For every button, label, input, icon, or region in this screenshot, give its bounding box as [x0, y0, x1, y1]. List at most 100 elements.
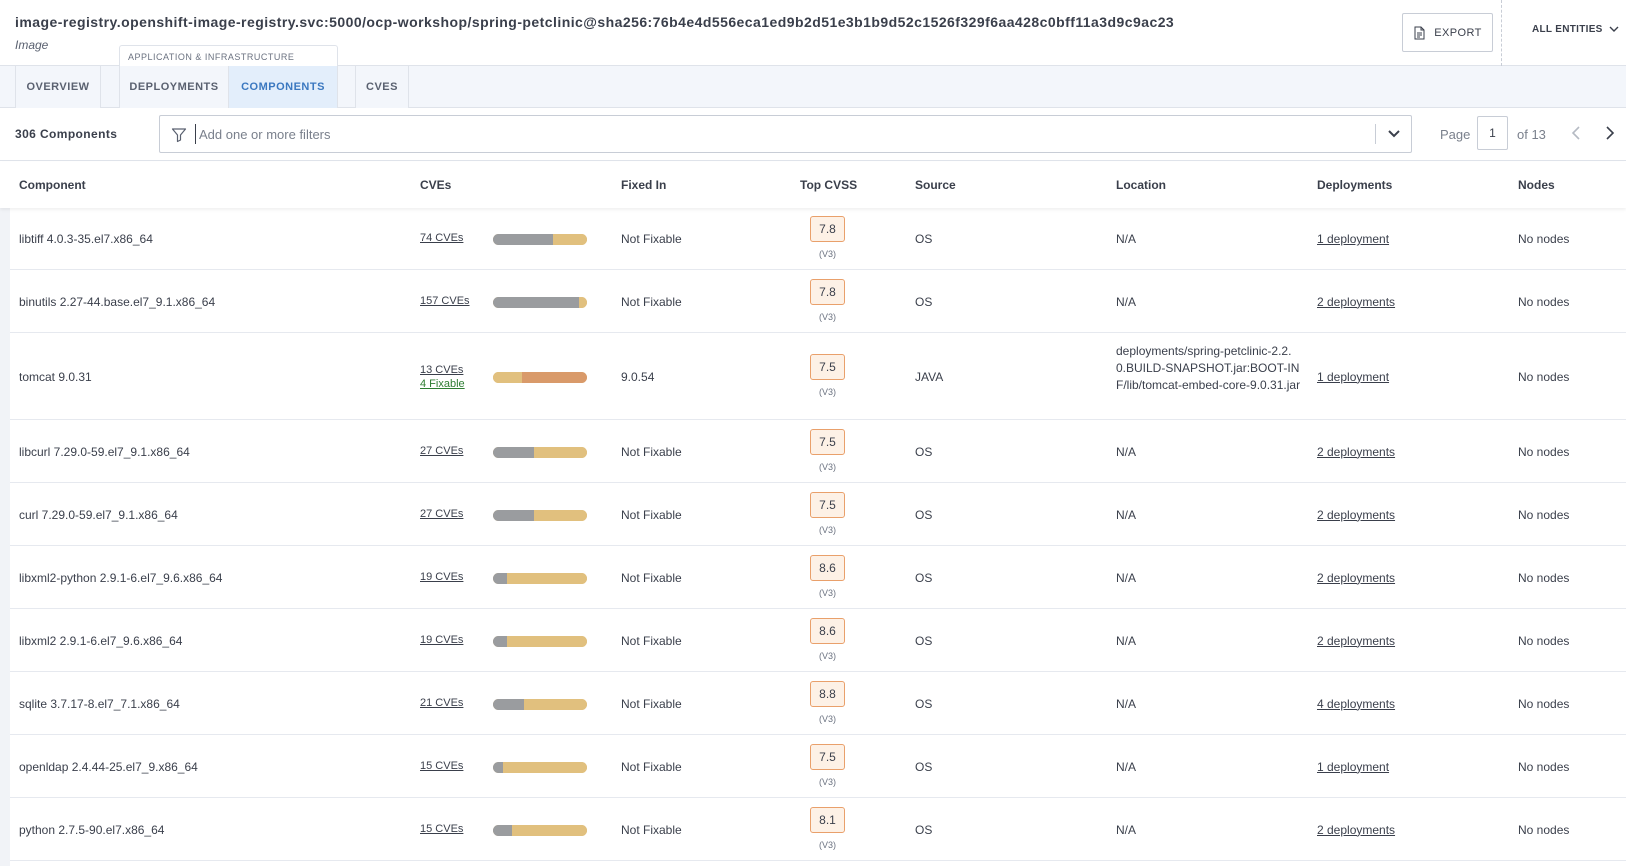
severity-bar	[493, 572, 587, 584]
cvss-version-label: (V3)	[818, 311, 836, 322]
image-name-title: image-registry.openshift-image-registry.…	[15, 14, 1175, 30]
severity-bar-segment	[534, 446, 587, 458]
deployments-link[interactable]: 1 deployment	[1317, 370, 1389, 384]
deployments-link[interactable]: 2 deployments	[1317, 508, 1395, 522]
cvss-version-label: (V3)	[818, 713, 836, 724]
component-name: openldap 2.4.44-25.el7_9.x86_64	[19, 759, 198, 774]
fixable-cves-link[interactable]: 4 Fixable	[420, 378, 465, 390]
severity-bar	[493, 234, 587, 245]
location-value: N/A	[1116, 507, 1137, 522]
source-value: OS	[915, 444, 933, 459]
location-value: N/A	[1116, 232, 1137, 246]
severity-bar-segment	[553, 234, 587, 245]
cvss-version-label: (V3)	[818, 249, 836, 259]
all-entities-dropdown[interactable]: All Entities	[1532, 24, 1619, 35]
component-name: sqlite 3.7.17-8.el7_7.1.x86_64	[19, 696, 180, 711]
chevron-down-icon[interactable]	[1387, 129, 1401, 139]
tab-cves[interactable]: CVEs	[355, 66, 409, 108]
deployments-link[interactable]: 1 deployment	[1317, 232, 1389, 246]
deployments-link[interactable]: 4 deployments	[1317, 697, 1395, 711]
fixed-in-value: Not Fixable	[621, 232, 682, 246]
severity-bar-segment	[522, 371, 587, 383]
table-toolbar: 306 Components Page of 13	[0, 108, 1626, 161]
location-value: N/A	[1116, 570, 1137, 585]
chevron-left-icon[interactable]	[1570, 125, 1582, 141]
nodes-value: No nodes	[1518, 232, 1570, 246]
cves-link[interactable]: 19 CVEs	[420, 634, 463, 646]
source-value: OS	[915, 759, 933, 774]
severity-bar	[493, 635, 587, 647]
column-header-source[interactable]: Source	[915, 178, 956, 192]
location-value: N/A	[1116, 759, 1137, 774]
chevron-right-icon[interactable]	[1604, 125, 1616, 141]
severity-bar	[493, 446, 587, 458]
filter-bar[interactable]	[159, 115, 1412, 153]
severity-bar-segment	[578, 296, 587, 308]
severity-bar-segment	[493, 371, 523, 383]
deployments-link[interactable]: 2 deployments	[1317, 571, 1395, 585]
severity-bar-segment	[493, 824, 512, 836]
deployments-link[interactable]: 1 deployment	[1317, 760, 1389, 774]
components-count: 306 Components	[15, 127, 118, 141]
deployments-link[interactable]: 2 deployments	[1317, 634, 1395, 648]
cves-link[interactable]: 27 CVEs	[420, 508, 463, 520]
location-value: N/A	[1116, 696, 1137, 711]
cvss-score-badge: 8.8	[810, 680, 845, 707]
source-value: OS	[915, 570, 933, 585]
location-value: N/A	[1116, 822, 1137, 837]
deployments-link[interactable]: 2 deployments	[1317, 295, 1395, 309]
page-number-input[interactable]	[1477, 116, 1508, 150]
component-name: libxml2 2.9.1-6.el7_9.6.x86_64	[19, 633, 183, 648]
cves-link[interactable]: 157 CVEs	[420, 295, 470, 307]
severity-bar-segment	[493, 234, 554, 245]
export-button[interactable]: Export	[1402, 13, 1493, 52]
component-name: curl 7.29.0-59.el7_9.1.x86_64	[19, 507, 178, 522]
cves-link[interactable]: 74 CVEs	[420, 232, 463, 244]
column-header-deployments[interactable]: Deployments	[1317, 178, 1392, 192]
cves-link[interactable]: 13 CVEs	[420, 364, 463, 376]
tab-components[interactable]: Components	[229, 66, 338, 108]
export-label: Export	[1434, 26, 1482, 39]
column-header-top-cvss[interactable]: Top CVSS	[800, 178, 857, 192]
cvss-score-badge: 7.5	[810, 491, 845, 518]
deployments-link[interactable]: 2 deployments	[1317, 445, 1395, 459]
tab-deployments[interactable]: Deployments	[119, 66, 229, 108]
column-header-cves[interactable]: CVEs	[420, 178, 451, 192]
cves-link[interactable]: 15 CVEs	[420, 823, 463, 835]
cvss-score-badge: 7.8	[810, 278, 845, 305]
nodes-value: No nodes	[1518, 369, 1570, 384]
cvss-score-badge: 7.5	[810, 428, 845, 455]
cves-link[interactable]: 19 CVEs	[420, 571, 463, 583]
nodes-value: No nodes	[1518, 570, 1570, 585]
column-header-fixed-in[interactable]: Fixed In	[621, 178, 666, 192]
column-header-location[interactable]: Location	[1116, 178, 1166, 192]
chevron-down-icon	[1609, 26, 1619, 32]
filter-input[interactable]	[195, 124, 1325, 144]
tab-overview[interactable]: Overview	[15, 66, 101, 108]
cvss-version-label: (V3)	[818, 587, 836, 598]
column-header-nodes[interactable]: Nodes	[1518, 178, 1555, 192]
fixed-in-value: Not Fixable	[621, 294, 682, 309]
cves-link[interactable]: 15 CVEs	[420, 760, 463, 772]
all-entities-label: All Entities	[1532, 24, 1603, 35]
column-header-component[interactable]: Component	[19, 178, 86, 192]
filter-separator	[1375, 124, 1376, 144]
severity-bar-segment	[507, 572, 587, 584]
cvss-score-badge: 7.8	[810, 216, 845, 242]
cvss-score-badge: 7.5	[810, 353, 845, 380]
severity-bar-segment	[493, 296, 579, 308]
cvss-version-label: (V3)	[818, 650, 836, 661]
component-name: binutils 2.27-44.base.el7_9.1.x86_64	[19, 294, 216, 309]
source-value: OS	[915, 696, 933, 711]
source-value: JAVA	[915, 369, 944, 384]
component-name: libxml2-python 2.9.1-6.el7_9.6.x86_64	[19, 570, 223, 585]
severity-bar-segment	[524, 698, 587, 710]
cvss-score-badge: 8.1	[810, 806, 845, 833]
filter-icon	[171, 128, 187, 143]
tab-bar: Overview Deployments Components CVEs	[0, 66, 1626, 108]
severity-bar-segment	[493, 572, 508, 584]
cves-link[interactable]: 21 CVEs	[420, 697, 463, 709]
cves-link[interactable]: 27 CVEs	[420, 445, 463, 457]
fixed-in-value: 9.0.54	[621, 369, 655, 384]
deployments-link[interactable]: 2 deployments	[1317, 823, 1395, 837]
